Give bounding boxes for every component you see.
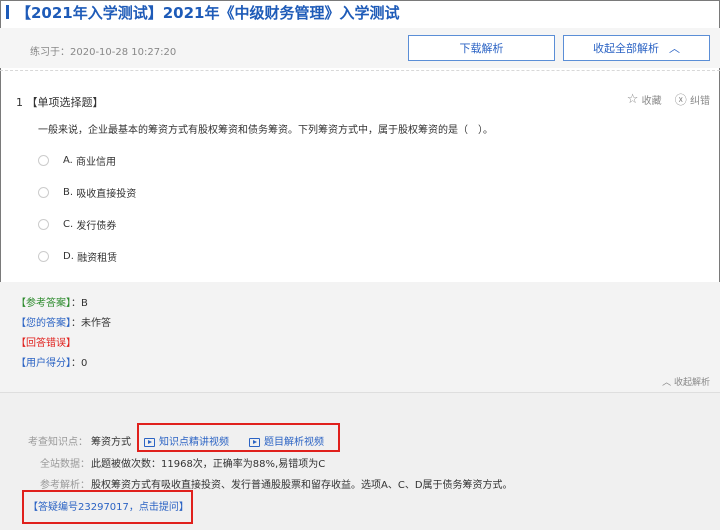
option-c-text: 发行债券 <box>76 221 117 232</box>
favorite-button[interactable]: ☆ 收藏 <box>627 92 662 107</box>
your-answer: 【您的答案】：未作答 <box>16 314 111 329</box>
question-tools: ☆ 收藏 ⓧ 纠错 <box>617 91 710 108</box>
radio-icon <box>38 251 49 262</box>
answer-result: 【回答错误】 <box>16 334 76 349</box>
answer-block: 【参考答案】：B 【您的答案】：未作答 【回答错误】 【用户得分】：0 ︿ 收起… <box>0 282 720 392</box>
practice-timestamp: 练习于：2020-10-28 10:27:20 <box>30 47 177 58</box>
reference-analysis-label: 参考解析： <box>40 480 90 491</box>
video-icon <box>144 437 155 447</box>
user-score-value: ：0 <box>71 358 88 369</box>
chevron-up-icon: ︿ <box>662 378 672 388</box>
star-icon: ☆ <box>626 92 639 107</box>
reference-analysis-value: 股权筹资方式有吸收直接投资、发行普通股股票和留存收益。选项A、C、D属于债务筹资… <box>91 480 513 491</box>
reference-answer-value: ：B <box>71 298 88 309</box>
video-icon <box>249 437 260 447</box>
question-stem: 一般来说，企业最基本的筹资方式有股权筹资和债务筹资。下列筹资方式中，属于股权筹资… <box>38 125 493 136</box>
reference-answer-tag: 【参考答案】 <box>16 298 71 309</box>
option-b[interactable]: B. 吸收直接投资 <box>38 185 136 201</box>
option-a[interactable]: A. 商业信用 <box>38 153 116 169</box>
user-score-tag: 【用户得分】 <box>16 358 71 369</box>
question-type: 【单项选择题】 <box>26 96 104 109</box>
your-answer-value: ：未作答 <box>71 318 111 329</box>
page-title: 【2021年入学测试】2021年《中级财务管理》入学测试 <box>16 4 400 22</box>
collapse-all-label: 收起全部解析 <box>593 42 659 55</box>
option-d[interactable]: D. 融资租赁 <box>38 249 117 265</box>
knowledge-video-label: 知识点精讲视频 <box>159 437 229 448</box>
option-c[interactable]: C. 发行债券 <box>38 217 116 233</box>
radio-icon <box>38 187 49 198</box>
error-circle-icon: ⓧ <box>674 93 687 107</box>
answer-result-tag: 【回答错误】 <box>16 338 76 349</box>
divider <box>0 70 720 71</box>
chevron-up-icon: ︿ <box>669 42 680 55</box>
option-c-letter: C. <box>63 219 74 230</box>
report-error-button[interactable]: ⓧ 纠错 <box>675 91 710 108</box>
option-a-letter: A. <box>63 155 73 166</box>
report-label: 纠错 <box>690 96 710 107</box>
collapse-all-analysis-button[interactable]: 收起全部解析 ︿ <box>563 35 710 61</box>
knowledge-label: 考查知识点： <box>28 437 88 448</box>
question-header: 1 【单项选择题】 <box>16 94 104 110</box>
reference-answer: 【参考答案】：B <box>16 294 88 309</box>
option-d-text: 融资租赁 <box>77 253 118 264</box>
question-number: 1 <box>16 96 23 109</box>
knowledge-video-link[interactable]: 知识点精讲视频 <box>144 433 229 448</box>
favorite-label: 收藏 <box>641 96 662 107</box>
user-score: 【用户得分】：0 <box>16 354 87 369</box>
collapse-analysis-link[interactable]: ︿ 收起解析 <box>662 375 710 388</box>
option-b-text: 吸收直接投资 <box>76 189 137 200</box>
option-b-letter: B. <box>63 187 74 198</box>
your-answer-tag: 【您的答案】 <box>16 318 71 329</box>
stats-value: 此题被做次数：11968次，正确率为88%,易错项为C <box>91 459 326 470</box>
question-video-label: 题目解析视频 <box>264 437 324 448</box>
meta-row: 练习于：2020-10-28 10:27:20 下载解析 收起全部解析 ︿ <box>0 28 720 68</box>
radio-icon <box>38 155 49 166</box>
title-bar: 【2021年入学测试】2021年《中级财务管理》入学测试 <box>0 0 720 28</box>
ask-question-link[interactable]: 【答疑编号23297017，点击提问】 <box>28 498 189 513</box>
question-video-link[interactable]: 题目解析视频 <box>249 433 324 448</box>
title-accent-bar <box>6 5 9 19</box>
collapse-analysis-label: 收起解析 <box>673 378 710 388</box>
stats-label: 全站数据： <box>40 459 90 470</box>
option-a-text: 商业信用 <box>76 157 117 168</box>
download-analysis-button[interactable]: 下载解析 <box>408 35 555 61</box>
radio-icon <box>38 219 49 230</box>
download-analysis-label: 下载解析 <box>459 42 504 55</box>
option-d-letter: D. <box>63 251 74 262</box>
knowledge-value: 筹资方式 <box>91 437 131 448</box>
